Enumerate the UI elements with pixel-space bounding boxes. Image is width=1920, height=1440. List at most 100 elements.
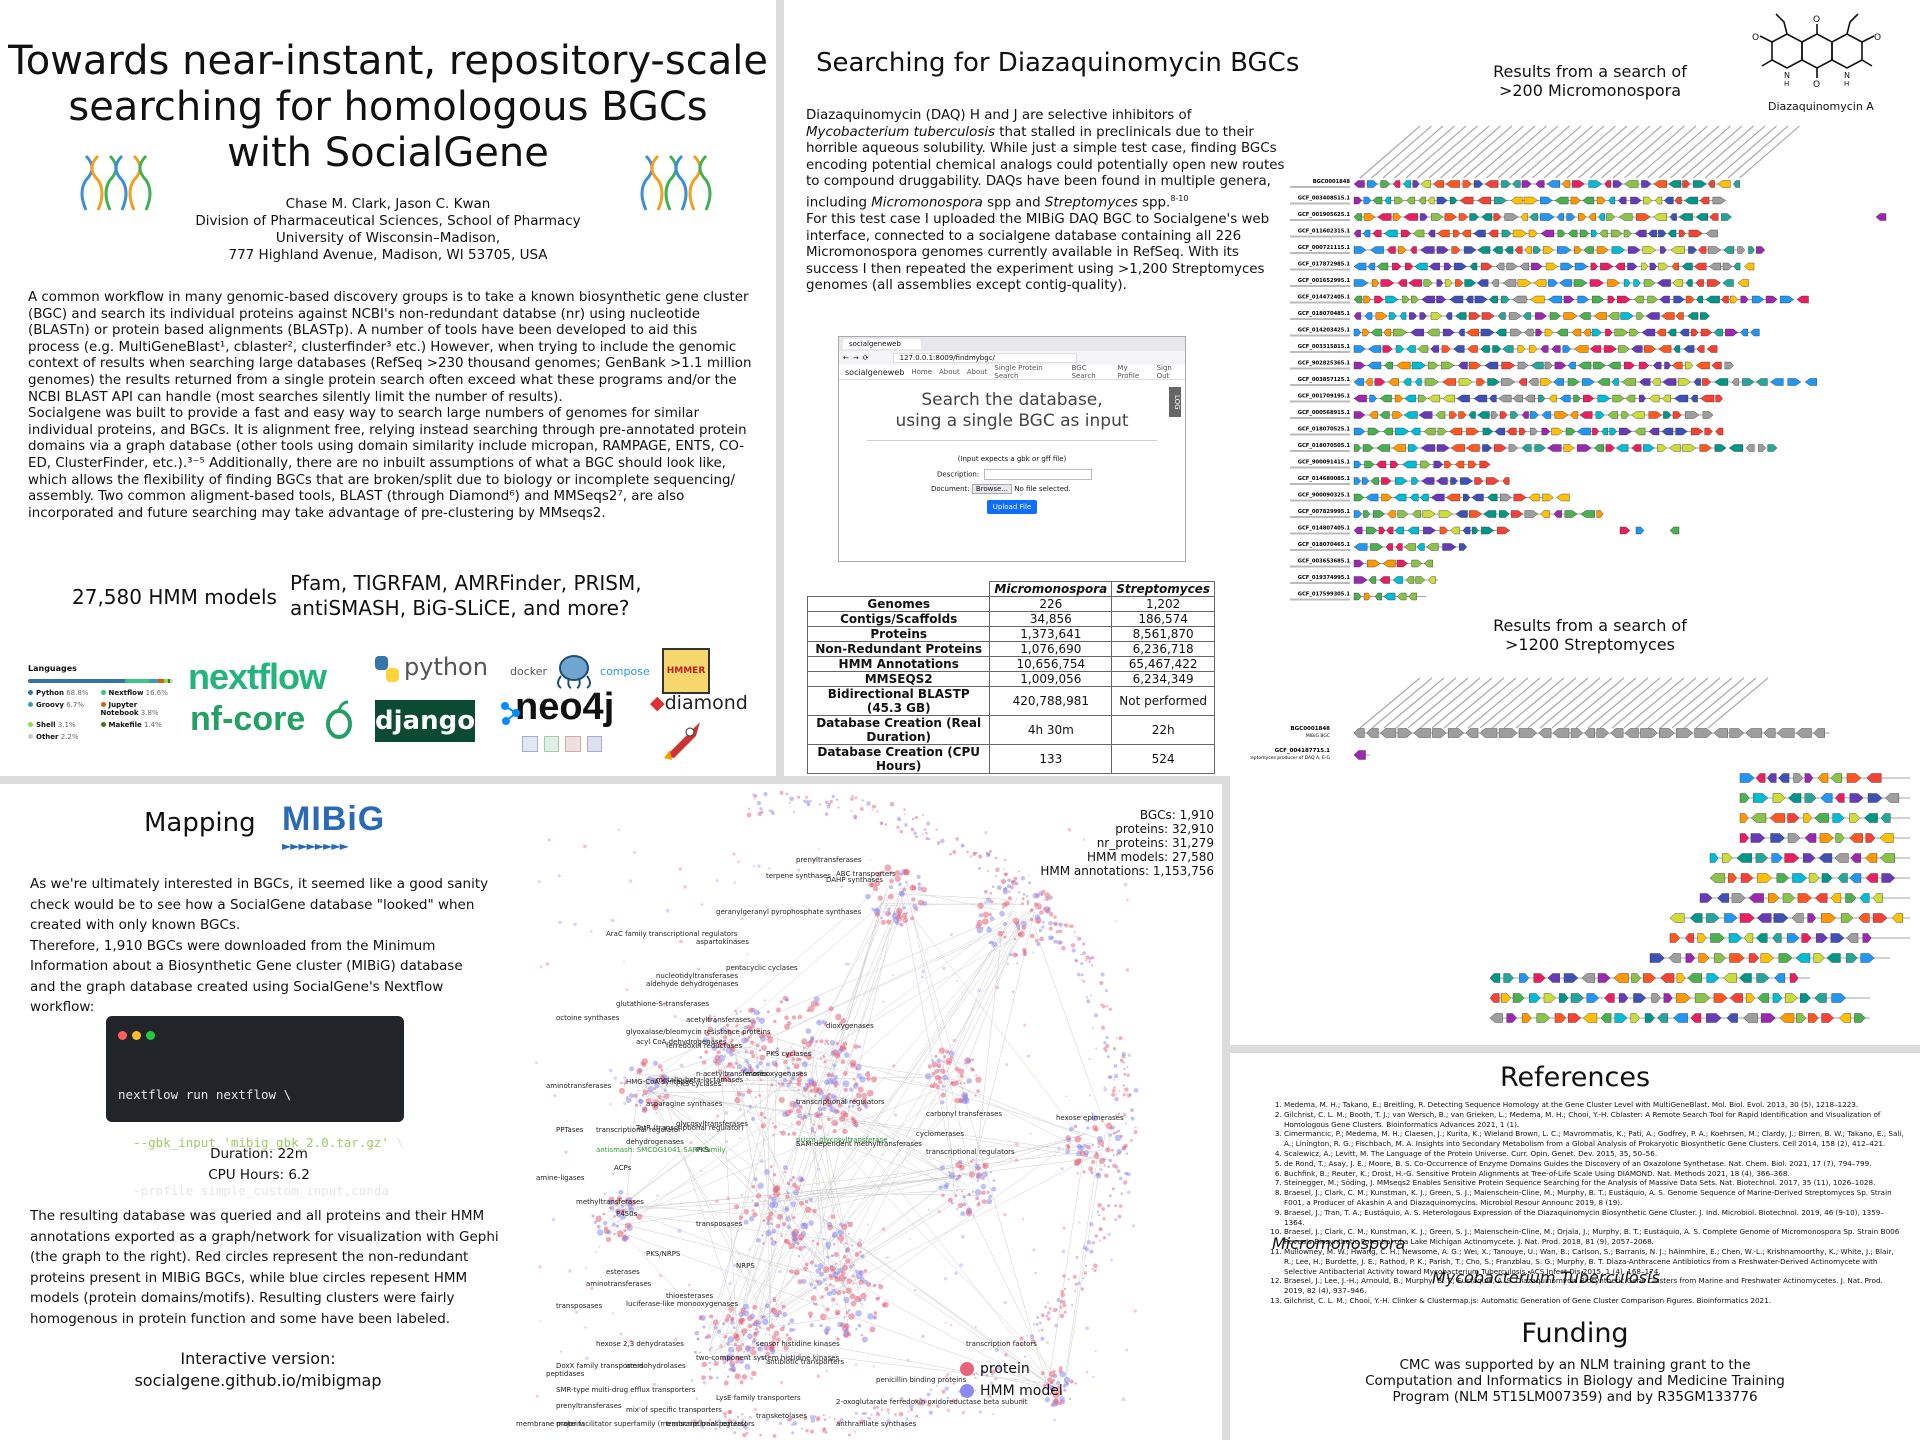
network-node bbox=[1100, 972, 1105, 977]
gene-arrow bbox=[1406, 345, 1416, 353]
gene-arrow bbox=[1669, 213, 1677, 221]
gene-arrow bbox=[1495, 328, 1507, 337]
network-node bbox=[734, 1097, 741, 1104]
network-node bbox=[755, 1064, 760, 1069]
mapping-paragraph-3: The resulting database was queried and a… bbox=[30, 1208, 499, 1327]
stats-cell: 1,373,641 bbox=[989, 626, 1113, 642]
browse-button[interactable]: Browse... bbox=[971, 484, 1013, 494]
gene-arrow bbox=[1449, 295, 1464, 304]
nav-link[interactable]: Home bbox=[911, 368, 932, 376]
nav-link[interactable]: Sign Out bbox=[1157, 364, 1185, 380]
gene-arrow bbox=[1399, 312, 1407, 320]
network-node bbox=[1091, 1026, 1095, 1030]
gene-arrow bbox=[1743, 1013, 1758, 1023]
network-node bbox=[937, 1068, 941, 1072]
network-node bbox=[806, 1009, 810, 1013]
network-cluster-label: LysE family transporters bbox=[716, 1394, 801, 1402]
network-node bbox=[1095, 1047, 1098, 1050]
gene-arrow bbox=[1494, 427, 1506, 436]
references-title: References bbox=[1499, 1062, 1651, 1093]
gene-name-label-mark bbox=[1382, 125, 1444, 179]
browser-tab[interactable]: socialgeneweb bbox=[843, 339, 921, 349]
gene-arrow bbox=[1501, 361, 1516, 370]
network-node bbox=[726, 1313, 731, 1319]
gene-arrow bbox=[1353, 728, 1365, 738]
upload-button[interactable]: Upload File bbox=[986, 500, 1038, 514]
gene-arrow bbox=[1690, 427, 1704, 436]
network-node bbox=[679, 1063, 684, 1068]
gene-name-label-mark bbox=[1693, 125, 1754, 179]
gene-arrow bbox=[1455, 312, 1467, 320]
network-node bbox=[960, 1234, 965, 1239]
nav-link[interactable]: My Profile bbox=[1117, 364, 1149, 380]
network-node bbox=[1108, 1075, 1113, 1079]
gene-arrow bbox=[1482, 444, 1492, 452]
interactive-link[interactable]: socialgene.github.io/mibigmap bbox=[30, 1370, 486, 1392]
network-node bbox=[618, 1087, 625, 1094]
cluster-sublabel-mark bbox=[1290, 565, 1350, 568]
gene-arrow bbox=[1394, 493, 1407, 502]
network-node bbox=[1068, 1397, 1072, 1401]
network-node bbox=[608, 1068, 613, 1073]
network-node bbox=[1115, 1093, 1118, 1096]
reload-icon[interactable]: ⟳ bbox=[863, 354, 869, 362]
gene-arrow bbox=[1709, 262, 1721, 271]
network-node bbox=[827, 1117, 831, 1122]
site-brand[interactable]: socialgeneweb bbox=[845, 368, 904, 377]
network-node bbox=[873, 1406, 876, 1410]
network-stat: BGCs: 1,910 bbox=[1139, 808, 1214, 822]
micromonospora-clinker-figure: BGC0001848GCF_003408515.1GCF_001905625.1… bbox=[1290, 125, 1887, 601]
network-node bbox=[1075, 1256, 1079, 1259]
gene-arrow bbox=[1801, 933, 1812, 943]
desc-input[interactable] bbox=[984, 469, 1093, 480]
network-node bbox=[1092, 1375, 1095, 1379]
network-node bbox=[994, 875, 997, 878]
network-node bbox=[977, 866, 981, 870]
cluster-sublabel-mark bbox=[1290, 417, 1350, 419]
gene-arrow bbox=[1669, 913, 1685, 923]
gene-arrow bbox=[1353, 394, 1367, 403]
network-node bbox=[1064, 923, 1069, 928]
gene-arrow bbox=[1397, 592, 1407, 601]
network-node bbox=[746, 1088, 752, 1095]
network-node bbox=[741, 1413, 744, 1416]
reference-item: Gilchrist, C. L. M.; Chooi, Y.-H. Clinke… bbox=[1284, 1296, 1904, 1306]
gene-arrow bbox=[1547, 973, 1560, 983]
network-node bbox=[860, 1254, 865, 1259]
gene-arrow bbox=[1573, 279, 1588, 287]
network-node bbox=[969, 854, 973, 858]
gene-arrow bbox=[1880, 813, 1891, 823]
network-node bbox=[1117, 1129, 1121, 1133]
daq-p1f: Streptomyces bbox=[1044, 195, 1138, 211]
nav-link[interactable]: BGC Search bbox=[1072, 364, 1111, 380]
network-cluster-label: antismash: SMCOG1041 SARP family bbox=[596, 1146, 725, 1154]
network-node bbox=[725, 1140, 729, 1143]
network-node bbox=[696, 1337, 700, 1341]
gene-arrow bbox=[1846, 773, 1862, 783]
network-node bbox=[1125, 968, 1130, 972]
forward-icon[interactable]: → bbox=[853, 354, 859, 362]
side-log-tab[interactable]: LOG bbox=[1169, 387, 1181, 417]
gene-arrow bbox=[1371, 279, 1380, 287]
network-node bbox=[1125, 1348, 1129, 1352]
nav-link[interactable]: Single Protein Search bbox=[994, 364, 1064, 380]
network-node bbox=[1011, 990, 1015, 994]
network-node bbox=[825, 1307, 830, 1312]
cluster-sublabel-mark bbox=[1290, 219, 1350, 221]
gene-arrow bbox=[1589, 279, 1604, 287]
gene-arrow bbox=[1463, 493, 1471, 502]
nav-link[interactable]: About bbox=[939, 368, 960, 376]
gene-arrow bbox=[1757, 444, 1767, 452]
network-node bbox=[791, 1230, 798, 1237]
network-cluster-label: glyoxalase/bleomycin resistance proteins bbox=[626, 1028, 771, 1036]
network-node bbox=[866, 801, 871, 806]
network-node bbox=[1074, 1382, 1077, 1385]
nav-link[interactable]: About bbox=[967, 368, 988, 376]
gene-arrow bbox=[1428, 262, 1441, 271]
gene-arrow bbox=[1820, 793, 1833, 803]
network-node bbox=[1046, 1317, 1051, 1321]
url-field[interactable]: 127.0.0.1:8009/findmybgc/ bbox=[892, 353, 1077, 363]
back-icon[interactable]: ← bbox=[843, 354, 849, 362]
gene-arrow bbox=[1621, 378, 1637, 386]
apple-icon bbox=[326, 700, 352, 739]
